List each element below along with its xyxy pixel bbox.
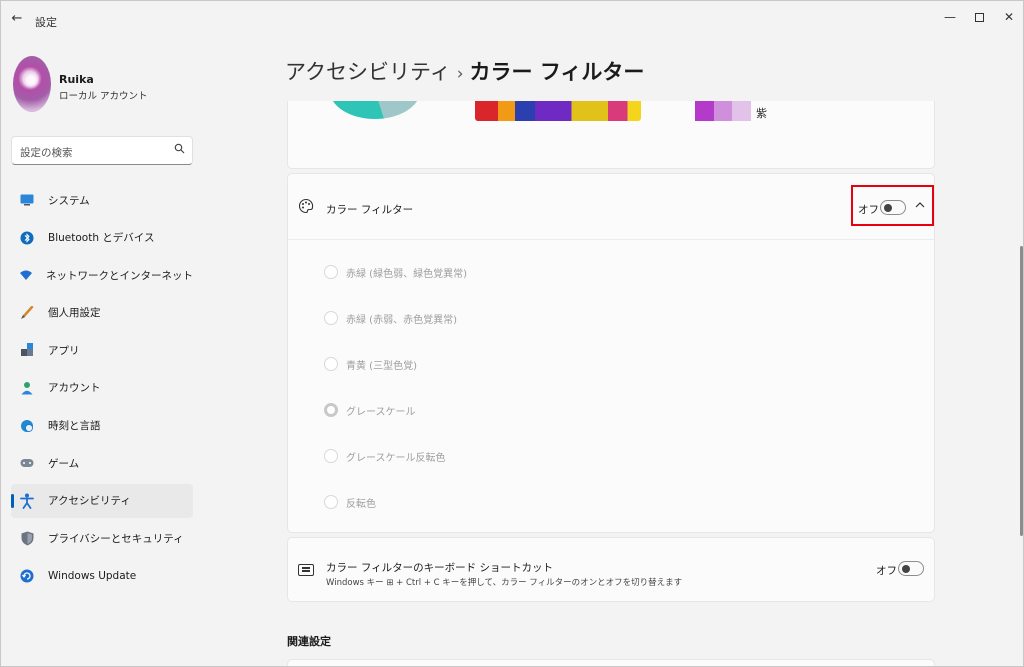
app-title: 設定 <box>35 16 57 29</box>
user-name: Ruika <box>59 73 94 86</box>
preview-swatches <box>695 101 752 121</box>
related-settings-card[interactable] <box>287 659 935 666</box>
sidebar-item-label: Windows Update <box>48 569 137 582</box>
shortcut-card: カラー フィルターのキーボード ショートカット Windows キー ⊞ + C… <box>287 537 935 602</box>
maximize-button[interactable] <box>969 9 989 25</box>
shortcut-state: オフ <box>876 565 897 577</box>
preview-photo <box>475 101 641 121</box>
sidebar-item-bluetooth[interactable]: Bluetooth とデバイス <box>11 221 193 255</box>
radio-label: 反転色 <box>346 498 376 510</box>
radio-label: 青黄 (三型色覚) <box>346 360 417 372</box>
radio-label: グレースケール <box>346 406 416 418</box>
shortcut-description: Windows キー ⊞ + Ctrl + C キーを押して、カラー フィルター… <box>326 578 683 588</box>
related-settings-heading: 関連設定 <box>287 635 331 648</box>
swatch-label: 紫 <box>756 107 767 120</box>
swatch <box>732 101 752 121</box>
shortcut-toggle[interactable] <box>898 561 924 576</box>
sidebar-item-label: アプリ <box>48 344 80 357</box>
radio-button[interactable] <box>324 495 338 509</box>
search-placeholder: 設定の検索 <box>20 147 73 159</box>
swatch <box>695 101 714 121</box>
close-button[interactable]: ✕ <box>999 9 1019 25</box>
radio-button-selected[interactable] <box>324 403 338 417</box>
keyboard-icon <box>298 564 314 576</box>
radio-button[interactable] <box>324 449 338 463</box>
radio-label: 赤緑 (赤弱、赤色覚異常) <box>346 314 457 326</box>
sidebar: Ruika ローカル アカウント 設定の検索 システム Bluetooth とデ… <box>1 35 211 666</box>
breadcrumb-parent[interactable]: アクセシビリティ <box>285 60 451 84</box>
clock-globe-icon <box>19 418 35 434</box>
radio-label: 赤緑 (緑色弱、緑色覚異常) <box>346 268 467 280</box>
sidebar-item-label: Bluetooth とデバイス <box>48 232 155 245</box>
sidebar-item-gaming[interactable]: ゲーム <box>11 446 193 480</box>
radio-option[interactable]: 青黄 (三型色覚) <box>324 341 724 387</box>
sidebar-item-system[interactable]: システム <box>11 183 193 217</box>
sidebar-item-label: プライバシーとセキュリティ <box>48 532 184 545</box>
sidebar-item-apps[interactable]: アプリ <box>11 333 193 367</box>
update-icon <box>19 568 35 584</box>
color-filter-options: 赤緑 (緑色弱、緑色覚異常) 赤緑 (赤弱、赤色覚異常) 青黄 (三型色覚) グ… <box>324 249 724 525</box>
main-content: アクセシビリティ › カラー フィルター 紫 カラー フィルター オフ 赤緑 (… <box>271 35 951 666</box>
sidebar-item-label: 個人用設定 <box>48 307 101 320</box>
gamepad-icon <box>19 455 35 471</box>
search-icon <box>172 143 186 157</box>
account-type: ローカル アカウント <box>59 91 148 102</box>
sidebar-item-windows-update[interactable]: Windows Update <box>11 559 193 593</box>
sidebar-item-accessibility[interactable]: アクセシビリティ <box>11 483 193 518</box>
palette-icon <box>298 198 314 214</box>
maximize-icon <box>974 13 984 22</box>
color-filter-card: カラー フィルター オフ 赤緑 (緑色弱、緑色覚異常) 赤緑 (赤弱、赤色覚異常… <box>287 173 935 533</box>
sidebar-item-privacy-security[interactable]: プライバシーとセキュリティ <box>11 521 193 555</box>
sidebar-item-label: アクセシビリティ <box>48 495 131 508</box>
title-bar: ← 設定 — ✕ <box>1 1 1023 35</box>
accessibility-icon <box>19 493 35 509</box>
radio-button[interactable] <box>324 311 338 325</box>
radio-option[interactable]: グレースケール反転色 <box>324 433 724 479</box>
system-icon <box>19 192 35 208</box>
sidebar-item-label: 時刻と言語 <box>48 420 101 433</box>
radio-option[interactable]: 赤緑 (赤弱、赤色覚異常) <box>324 295 724 341</box>
apps-icon <box>19 342 35 358</box>
bluetooth-icon <box>19 230 35 246</box>
settings-window: ← 設定 — ✕ Ruika ローカル アカウント 設定の検索 システム Blu… <box>0 0 1024 667</box>
minimize-button[interactable]: — <box>940 9 960 25</box>
search-input[interactable]: 設定の検索 <box>11 136 193 165</box>
scrollbar[interactable] <box>1020 246 1023 536</box>
shield-icon <box>19 530 35 546</box>
radio-button[interactable] <box>324 265 338 279</box>
sidebar-item-label: ゲーム <box>48 457 80 470</box>
color-filter-preview: 紫 <box>287 101 935 169</box>
radio-option[interactable]: グレースケール <box>324 387 724 433</box>
color-filter-header[interactable]: カラー フィルター オフ <box>288 174 934 240</box>
sidebar-item-label: システム <box>48 194 90 207</box>
network-icon <box>19 267 33 283</box>
breadcrumb: アクセシビリティ › カラー フィルター <box>285 56 644 86</box>
color-filter-title: カラー フィルター <box>326 204 414 216</box>
person-icon <box>19 380 35 396</box>
preview-color-wheel <box>330 101 420 119</box>
sidebar-item-accounts[interactable]: アカウント <box>11 371 193 405</box>
avatar[interactable] <box>13 56 51 112</box>
shortcut-title: カラー フィルターのキーボード ショートカット <box>326 562 553 574</box>
sidebar-item-network[interactable]: ネットワークとインターネット <box>11 258 193 292</box>
swatch <box>713 101 733 121</box>
breadcrumb-separator: › <box>456 64 464 84</box>
sidebar-nav: システム Bluetooth とデバイス ネットワークとインターネット 個人用設… <box>11 183 193 597</box>
radio-option[interactable]: 反転色 <box>324 479 724 525</box>
highlight-box <box>851 185 934 226</box>
page-title: カラー フィルター <box>469 60 645 84</box>
sidebar-item-label: アカウント <box>48 382 101 395</box>
radio-button[interactable] <box>324 357 338 371</box>
sidebar-item-time-language[interactable]: 時刻と言語 <box>11 409 193 443</box>
sidebar-item-label: ネットワークとインターネット <box>46 269 193 282</box>
back-arrow-icon[interactable]: ← <box>9 11 25 27</box>
sidebar-item-personalization[interactable]: 個人用設定 <box>11 296 193 330</box>
radio-label: グレースケール反転色 <box>346 452 446 464</box>
radio-option[interactable]: 赤緑 (緑色弱、緑色覚異常) <box>324 249 724 295</box>
brush-icon <box>19 305 35 321</box>
